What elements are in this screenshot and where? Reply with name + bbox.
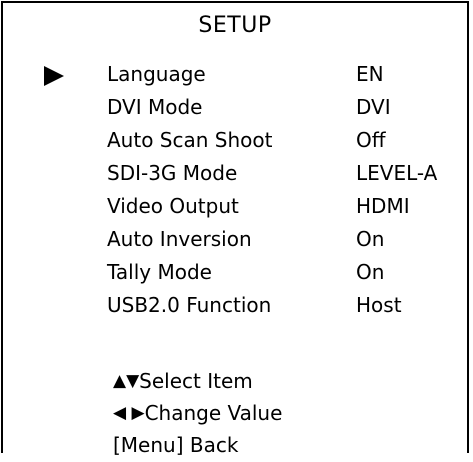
menu-item-label: Auto Scan Shoot [107, 128, 273, 152]
up-down-arrows-icon: ▲▼ [113, 371, 140, 391]
menu-item-value[interactable]: On [356, 256, 384, 289]
menu-item-auto-scan-shoot[interactable]: Auto Scan Shoot Off [3, 124, 467, 157]
menu-title: SETUP [198, 13, 272, 38]
hint-back-text: [Menu] Back [113, 433, 239, 457]
menu-item-usb2-function[interactable]: USB2.0 Function Host [3, 289, 467, 322]
hint-change-value: ◀ ▶ Change Value [113, 397, 282, 430]
menu-item-value[interactable]: HDMI [356, 190, 410, 223]
menu-item-value[interactable]: Host [356, 289, 402, 322]
menu-item-label: Auto Inversion [107, 227, 252, 251]
menu-item-value[interactable]: Off [356, 124, 386, 157]
setup-menu-panel: SETUP Language EN DVI Mode DVI Auto Scan… [1, 1, 469, 457]
menu-item-tally-mode[interactable]: Tally Mode On [3, 256, 467, 289]
menu-item-label: USB2.0 Function [107, 293, 272, 317]
menu-item-auto-inversion[interactable]: Auto Inversion On [3, 223, 467, 256]
left-right-arrows-icon: ◀ ▶ [113, 403, 145, 423]
menu-item-label: Language [107, 62, 206, 86]
hint-menu-back: [Menu] Back [113, 429, 238, 462]
menu-item-label: SDI-3G Mode [107, 161, 238, 185]
menu-item-label: Tally Mode [107, 260, 212, 284]
menu-item-video-output[interactable]: Video Output HDMI [3, 190, 467, 223]
menu-item-dvi-mode[interactable]: DVI Mode DVI [3, 91, 467, 124]
menu-item-label: Video Output [107, 194, 239, 218]
hint-change-text: Change Value [144, 401, 283, 425]
menu-item-value[interactable]: LEVEL-A [356, 157, 437, 190]
menu-item-sdi-3g-mode[interactable]: SDI-3G Mode LEVEL-A [3, 157, 467, 190]
menu-item-value[interactable]: EN [356, 58, 384, 91]
hint-select-text: Select Item [139, 369, 253, 393]
menu-item-value[interactable]: DVI [356, 91, 391, 124]
menu-item-label: DVI Mode [107, 95, 203, 119]
hint-select-item: ▲▼ Select Item [113, 365, 253, 398]
menu-item-language[interactable]: Language EN [3, 58, 467, 91]
menu-item-value[interactable]: On [356, 223, 384, 256]
